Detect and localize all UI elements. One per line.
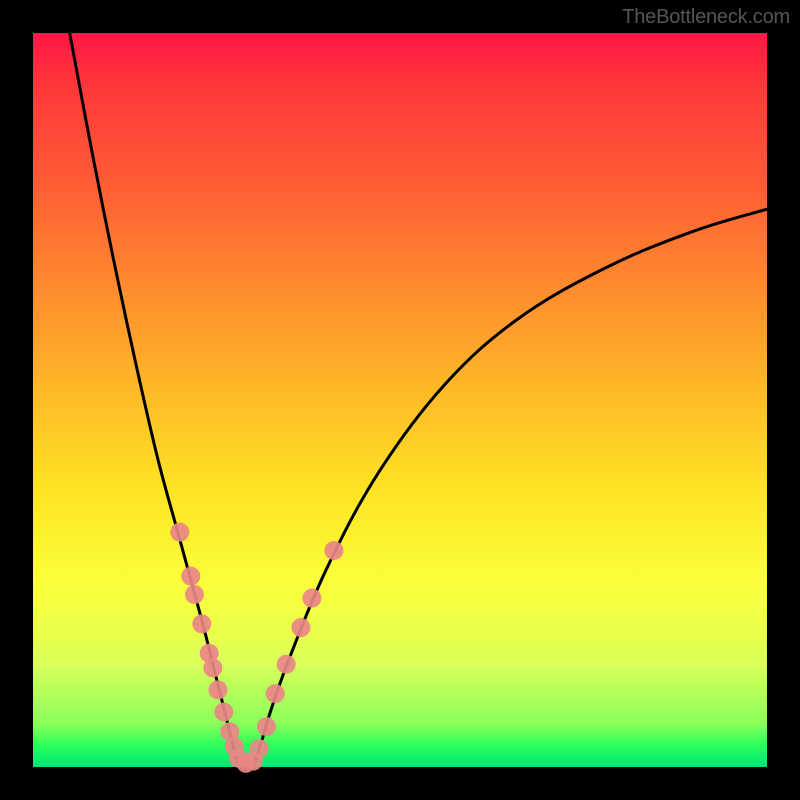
data-marker — [170, 523, 189, 542]
data-marker — [266, 684, 285, 703]
data-marker — [214, 702, 233, 721]
data-marker — [257, 717, 276, 736]
data-marker — [277, 655, 296, 674]
data-marker — [324, 541, 343, 560]
curve-layer — [70, 33, 767, 767]
data-marker — [192, 614, 211, 633]
data-marker — [250, 739, 269, 758]
plot-area — [33, 33, 767, 767]
marker-layer — [170, 523, 343, 773]
data-marker — [291, 618, 310, 637]
data-marker — [203, 658, 222, 677]
data-marker — [185, 585, 204, 604]
chart-svg — [33, 33, 767, 767]
curve-right-branch — [253, 209, 767, 767]
data-marker — [302, 589, 321, 608]
data-marker — [181, 567, 200, 586]
chart-frame: TheBottleneck.com — [0, 0, 800, 800]
attribution-text: TheBottleneck.com — [622, 6, 790, 29]
data-marker — [208, 680, 227, 699]
